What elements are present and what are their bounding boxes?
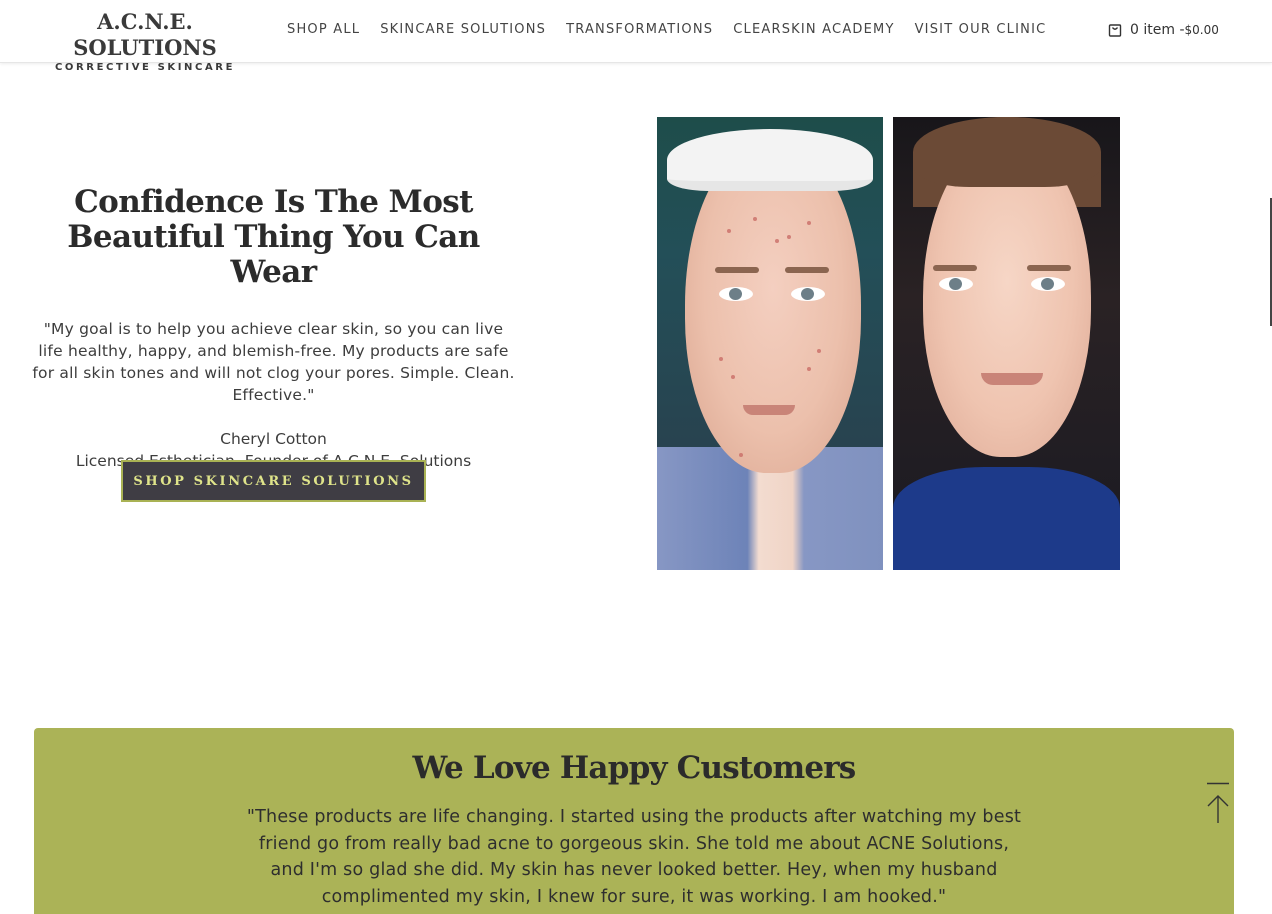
shop-skincare-solutions-button[interactable]: SHOP SKINCARE SOLUTIONS	[121, 460, 426, 502]
cart-count: 0 item -	[1130, 22, 1185, 38]
testimonials-title: We Love Happy Customers	[412, 750, 857, 786]
hero-text: Confidence Is The Most Beautiful Thing Y…	[30, 185, 517, 472]
logo-sub-text: CORRECTIVE SKINCARE	[54, 62, 236, 73]
cart-total: $0.00	[1184, 23, 1219, 37]
main-nav: SHOP ALL SKINCARE SOLUTIONS TRANSFORMATI…	[287, 22, 1066, 37]
after-photo	[893, 117, 1120, 570]
hero-title: Confidence Is The Most Beautiful Thing Y…	[67, 184, 480, 290]
shopping-bag-icon	[1108, 24, 1122, 37]
nav-transformations[interactable]: TRANSFORMATIONS	[566, 22, 713, 37]
before-photo	[657, 117, 883, 570]
hero-author: Cheryl Cotton	[220, 430, 327, 448]
nav-skincare-solutions[interactable]: SKINCARE SOLUTIONS	[380, 22, 546, 37]
testimonial-quote: "These products are life changing. I sta…	[246, 807, 1022, 907]
cart-link[interactable]: 0 item - $0.00	[1108, 22, 1219, 38]
logo-main-text: A.C.N.E. SOLUTIONS	[73, 9, 217, 60]
nav-visit-our-clinic[interactable]: VISIT OUR CLINIC	[915, 22, 1047, 37]
testimonials-section: We Love Happy Customers "These products …	[34, 728, 1234, 914]
nav-shop-all[interactable]: SHOP ALL	[287, 22, 360, 37]
nav-clearskin-academy[interactable]: CLEARSKIN ACADEMY	[733, 22, 894, 37]
hero-quote: "My goal is to help you achieve clear sk…	[32, 320, 515, 404]
back-to-top-icon[interactable]	[1206, 782, 1230, 824]
logo[interactable]: A.C.N.E. SOLUTIONS CORRECTIVE SKINCARE	[35, 9, 255, 75]
site-header: A.C.N.E. SOLUTIONS CORRECTIVE SKINCARE S…	[0, 0, 1272, 73]
